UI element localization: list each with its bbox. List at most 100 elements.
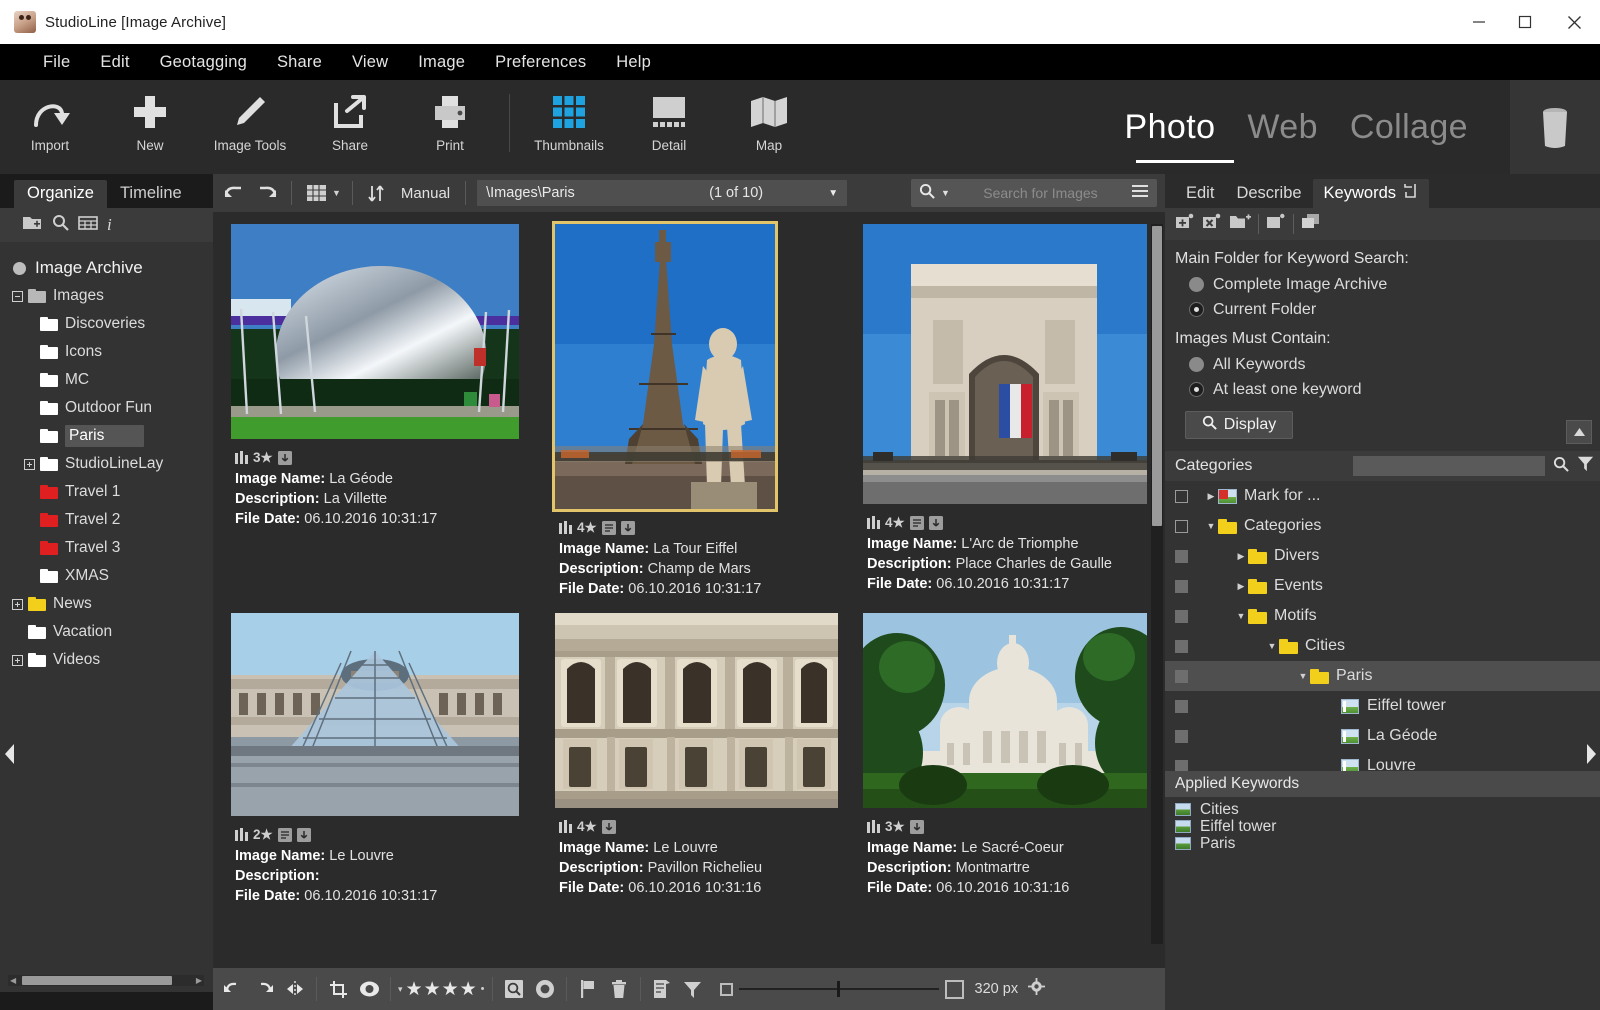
new-folder-icon[interactable] — [22, 214, 43, 236]
geotag-icon[interactable] — [929, 516, 943, 530]
thumbnail-cell[interactable]: 3★ Image Name: La Géode Description: La … — [223, 224, 531, 613]
tree-item-paris[interactable]: Paris — [0, 422, 213, 450]
chevron-right-icon[interactable]: ▶ — [1204, 491, 1218, 502]
tree-root-image-archive[interactable]: Image Archive — [0, 254, 213, 282]
applied-keyword-item[interactable]: Cities — [1175, 801, 1600, 818]
category-checkbox[interactable] — [1175, 490, 1188, 503]
tree-item-xmas[interactable]: XMAS — [0, 562, 213, 590]
geotag-icon[interactable] — [621, 521, 635, 535]
eye-icon[interactable] — [355, 975, 383, 1003]
flag-icon[interactable] — [574, 975, 602, 1003]
crop-icon[interactable] — [324, 975, 352, 1003]
layout-grid-icon[interactable] — [303, 180, 329, 206]
tab-describe[interactable]: Describe — [1225, 180, 1312, 208]
tree-item-vacation[interactable]: Vacation — [0, 618, 213, 646]
category-checkbox[interactable] — [1175, 760, 1188, 772]
mode-tab-web[interactable]: Web — [1231, 108, 1334, 147]
rotate-left-icon[interactable] — [219, 975, 247, 1003]
content-vertical-scrollbar[interactable] — [1151, 224, 1163, 944]
thumbnail-image-sacre-coeur[interactable] — [863, 613, 1147, 808]
filter-icon[interactable] — [679, 975, 707, 1003]
applied-keyword-item[interactable]: Paris — [1175, 835, 1600, 852]
folder-path-field[interactable]: \Images\Paris (1 of 10) ▼ — [477, 180, 847, 206]
categories-search-input[interactable] — [1353, 456, 1545, 476]
category-row-divers[interactable]: ▶ Divers — [1165, 541, 1600, 571]
chevron-right-icon[interactable]: ▶ — [1234, 551, 1248, 562]
chevron-down-icon[interactable]: ▼ — [1265, 641, 1279, 651]
detach-panel-icon[interactable] — [1403, 183, 1418, 203]
undo-arrow-icon[interactable] — [221, 180, 247, 206]
slider-track[interactable] — [739, 988, 939, 990]
remove-keyword-icon[interactable] — [1202, 213, 1222, 235]
rating-badge[interactable]: 4★ — [577, 819, 597, 835]
display-button[interactable]: Display — [1185, 411, 1293, 439]
layout-caret-icon[interactable]: ▼ — [332, 188, 341, 198]
tree-item-icons[interactable]: Icons — [0, 338, 213, 366]
maximize-button[interactable] — [1502, 0, 1548, 44]
tree-item-travel-2[interactable]: Travel 2 — [0, 506, 213, 534]
radio-icon-selected[interactable] — [1189, 382, 1204, 397]
tab-edit[interactable]: Edit — [1175, 180, 1225, 208]
thumbnail-cell[interactable]: 2★ Image Name: Le Louvre Description: Fi… — [223, 613, 531, 920]
rating-badge[interactable]: 4★ — [885, 515, 905, 531]
scrollbar-thumb[interactable] — [22, 976, 172, 985]
category-row-categories[interactable]: ▼ Categories — [1165, 511, 1600, 541]
menu-file[interactable]: File — [28, 49, 85, 76]
category-checkbox[interactable] — [1175, 520, 1188, 533]
chevron-down-icon[interactable]: ▼ — [1296, 671, 1310, 681]
rating-left-caret-icon[interactable]: ▾ — [398, 984, 403, 995]
scroll-up-button[interactable] — [1566, 420, 1592, 444]
slider-knob[interactable] — [837, 981, 840, 997]
sidebar-horizontal-scrollbar[interactable]: ◀ ▶ — [8, 975, 204, 986]
ribbon-import-button[interactable]: Import — [0, 80, 100, 174]
chevron-right-icon[interactable]: ▶ — [1234, 581, 1248, 592]
new-folder-keyword-icon[interactable] — [1229, 213, 1251, 235]
ribbon-thumbnails-button[interactable]: Thumbnails — [519, 80, 619, 174]
option-current-folder[interactable]: Current Folder — [1175, 297, 1600, 322]
thumbnail-image-le-louvre-richelieu[interactable] — [555, 613, 838, 808]
thumbnail-frame[interactable] — [863, 613, 1147, 808]
geotag-icon[interactable] — [278, 451, 292, 465]
histogram-icon[interactable] — [235, 451, 248, 464]
search-input[interactable]: Search for Images — [956, 185, 1125, 201]
hamburger-icon[interactable] — [1131, 184, 1149, 203]
thumbnail-image-arc-de-triomphe[interactable] — [863, 224, 1147, 504]
category-row-mark-for[interactable]: ▶ Mark for ... — [1165, 481, 1600, 511]
trash-icon[interactable] — [605, 975, 633, 1003]
scroll-left-arrow-icon[interactable]: ◀ — [10, 976, 16, 985]
tree-item-travel-3[interactable]: Travel 3 — [0, 534, 213, 562]
tree-item-studiolinelay[interactable]: StudioLineLay — [0, 450, 213, 478]
tree-item-videos[interactable]: Videos — [0, 646, 213, 674]
radio-icon-selected[interactable] — [1189, 302, 1204, 317]
menu-edit[interactable]: Edit — [85, 49, 144, 76]
category-row-eiffel-tower[interactable]: Eiffel tower — [1165, 691, 1600, 721]
collapse-right-panel-handle[interactable] — [1582, 734, 1600, 774]
radio-icon[interactable] — [1189, 357, 1204, 372]
histogram-icon[interactable] — [235, 828, 248, 841]
ribbon-detail-button[interactable]: Detail — [619, 80, 719, 174]
gear-icon[interactable] — [1028, 978, 1045, 1000]
note-icon[interactable] — [648, 975, 676, 1003]
category-checkbox[interactable] — [1175, 610, 1188, 623]
scrollbar-thumb[interactable] — [1152, 226, 1162, 526]
thumbnail-cell[interactable]: 4★ Image Name: L'Arc de Triomphe Descrip… — [839, 224, 1147, 613]
ribbon-share-button[interactable]: Share — [300, 80, 400, 174]
thumbnail-frame[interactable] — [555, 613, 838, 808]
rotate-right-icon[interactable] — [250, 975, 278, 1003]
expand-toggle-icon[interactable] — [10, 597, 25, 612]
table-icon[interactable] — [78, 215, 98, 236]
thumbnail-frame[interactable] — [863, 224, 1147, 504]
menu-geotagging[interactable]: Geotagging — [145, 49, 262, 76]
flip-icon[interactable] — [281, 975, 309, 1003]
collapse-sidebar-handle[interactable] — [0, 734, 18, 774]
ribbon-new-button[interactable]: New — [100, 80, 200, 174]
info-icon[interactable]: i — [107, 215, 112, 235]
menu-view[interactable]: View — [337, 49, 403, 76]
geotag-icon[interactable] — [910, 820, 924, 834]
tree-item-travel-1[interactable]: Travel 1 — [0, 478, 213, 506]
sidebar-tab-timeline[interactable]: Timeline — [107, 180, 195, 208]
thumbnail-frame[interactable] — [231, 224, 519, 439]
category-row-louvre[interactable]: Louvre — [1165, 751, 1600, 771]
filter-icon[interactable] — [1577, 455, 1594, 477]
redo-arrow-icon[interactable] — [254, 180, 280, 206]
